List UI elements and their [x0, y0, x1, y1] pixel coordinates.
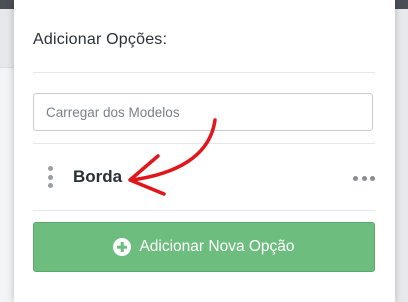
divider — [33, 72, 375, 73]
option-label: Borda — [73, 167, 123, 186]
more-options-icon[interactable] — [353, 175, 375, 181]
background-left-band — [0, 9, 14, 68]
drag-handle-icon[interactable] — [46, 166, 54, 188]
plus-circle-icon — [113, 238, 132, 256]
panel-title: Adicionar Opções: — [33, 31, 168, 48]
add-new-option-button[interactable]: Adicionar Nova Opção — [33, 222, 375, 272]
add-new-option-label: Adicionar Nova Opção — [139, 238, 295, 255]
divider — [33, 210, 375, 211]
background-right — [395, 9, 408, 302]
annotation-arrow — [128, 118, 217, 196]
